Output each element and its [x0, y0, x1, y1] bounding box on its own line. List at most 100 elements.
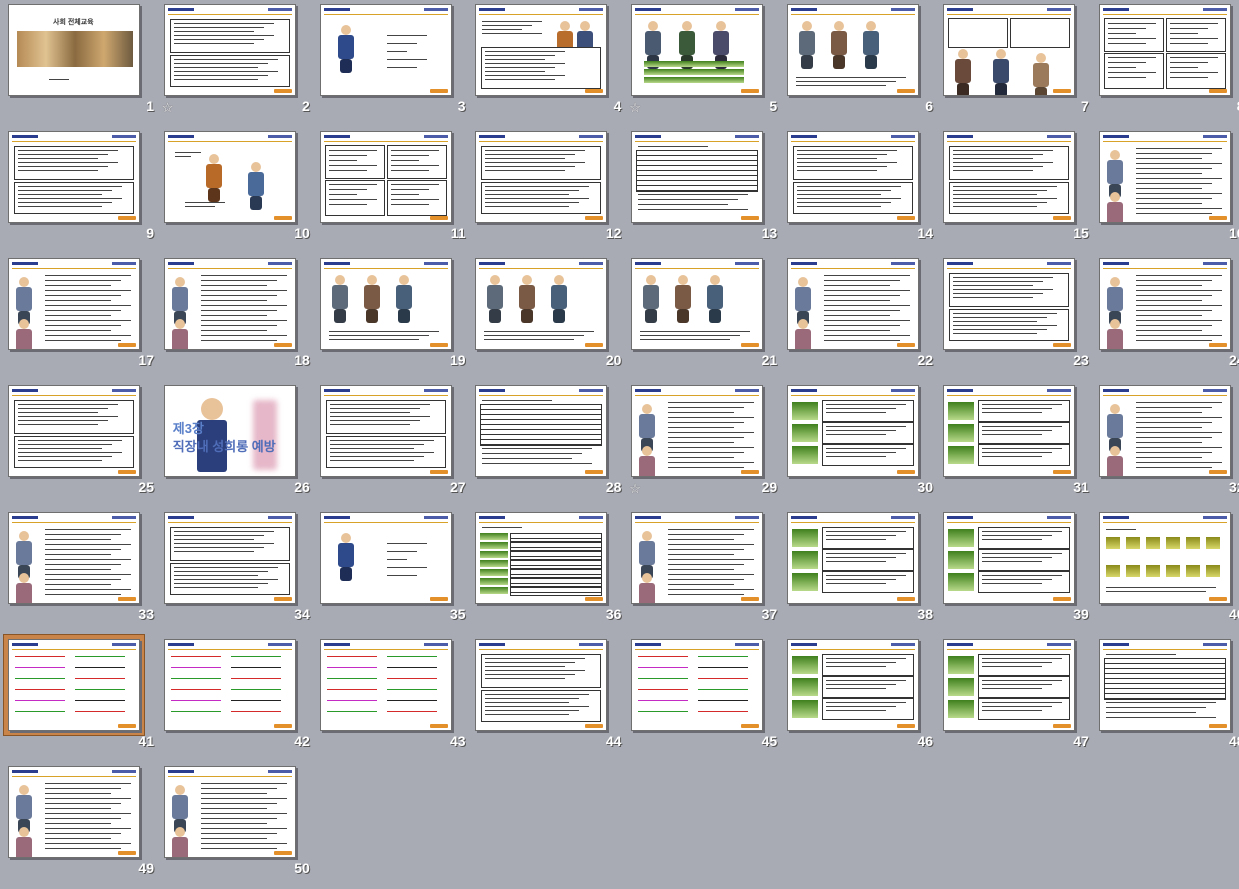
slide-thumbnail[interactable]	[942, 512, 1075, 604]
chapter-subtitle: 직장내 성희롱 예방	[172, 439, 276, 454]
slide-thumbnail[interactable]	[8, 766, 140, 858]
slide-thumbnail[interactable]	[631, 131, 764, 223]
slide-thumbnail[interactable]	[1098, 131, 1231, 223]
text-line	[668, 529, 755, 530]
slide-thumbnail[interactable]	[163, 639, 296, 731]
slide-thumbnail[interactable]	[163, 4, 296, 96]
slide-thumbnail[interactable]	[163, 131, 296, 223]
text-line	[981, 430, 1052, 431]
character-figure	[200, 398, 223, 420]
slide-header	[12, 516, 136, 521]
slide-thumbnail[interactable]: 사회 전체교육	[8, 4, 140, 96]
text-line	[1107, 72, 1156, 73]
slide-thumbnail[interactable]	[942, 639, 1075, 731]
text-line	[485, 67, 556, 68]
slide-thumbnail[interactable]	[787, 131, 919, 223]
slide-thumbnail[interactable]: 제3장 직장내 성희롱 예방	[163, 385, 296, 477]
slide-header	[635, 643, 760, 648]
slide-thumbnail[interactable]	[942, 385, 1075, 477]
text-line	[668, 594, 745, 595]
person-figure-body	[363, 285, 380, 309]
slide-thumbnail[interactable]	[475, 131, 608, 223]
header-rule	[12, 141, 136, 142]
header-tag	[946, 516, 973, 519]
slide-thumbnail[interactable]	[163, 512, 296, 604]
text-line	[484, 339, 575, 340]
text-line	[200, 320, 287, 321]
slide-thumbnail[interactable]	[787, 639, 919, 731]
text-line	[638, 204, 729, 205]
slide-thumbnail[interactable]	[787, 385, 919, 477]
slide-thumbnail[interactable]	[1098, 258, 1231, 350]
slide-thumbnail[interactable]	[8, 639, 140, 731]
slide-thumbnail[interactable]	[8, 512, 140, 604]
slide-thumbnail[interactable]	[631, 258, 764, 350]
text-line	[173, 27, 264, 28]
text-line	[1135, 280, 1212, 281]
green-label	[792, 656, 818, 674]
text-line	[668, 554, 735, 555]
slide-thumbnail[interactable]	[1098, 385, 1231, 477]
header-right	[891, 135, 915, 138]
text-line	[1105, 587, 1216, 588]
slide-thumbnail[interactable]	[631, 4, 764, 96]
slide-thumbnail[interactable]	[942, 131, 1075, 223]
slide-thumbnail[interactable]	[475, 385, 608, 477]
text-line	[386, 551, 417, 552]
slide-thumbnail[interactable]	[163, 766, 296, 858]
slide-thumbnail[interactable]	[631, 639, 764, 731]
slide-thumbnail[interactable]	[631, 512, 764, 604]
slide-thumbnail[interactable]	[163, 258, 296, 350]
text-line	[386, 59, 427, 60]
slide-thumbnail[interactable]	[319, 639, 452, 731]
text-line	[826, 583, 886, 584]
slide-thumbnail[interactable]	[8, 385, 140, 477]
slide-thumbnail[interactable]	[319, 258, 452, 350]
text-line	[230, 711, 281, 712]
slide-thumbnail[interactable]	[787, 4, 919, 96]
slide-number: 11	[450, 225, 466, 241]
slide-thumbnail[interactable]	[475, 258, 608, 350]
person-figure-legs	[994, 83, 1007, 95]
slide-thumbnail[interactable]	[1098, 639, 1231, 731]
text-line	[826, 434, 886, 435]
text-line	[981, 680, 1062, 681]
text-line	[200, 335, 287, 336]
slide-thumbnail[interactable]	[8, 131, 140, 223]
slide-number: 50	[294, 860, 310, 876]
slide-thumbnail[interactable]	[8, 258, 140, 350]
text-line	[45, 574, 131, 575]
slide-thumbnail[interactable]	[319, 131, 452, 223]
slide-thumbnail[interactable]	[319, 385, 452, 477]
header-tag	[1102, 135, 1129, 138]
slide-thumbnail[interactable]	[475, 4, 608, 96]
slide-thumbnail[interactable]	[942, 258, 1075, 350]
slide-number: 43	[450, 733, 466, 749]
person-figure	[340, 533, 351, 543]
slide-thumbnail[interactable]	[631, 385, 764, 477]
slide-thumbnail[interactable]	[475, 512, 608, 604]
text-line	[826, 702, 906, 703]
slide-number: 7	[1081, 98, 1089, 114]
slide-thumbnail[interactable]	[787, 258, 919, 350]
text-line	[1135, 290, 1222, 291]
text-line	[826, 531, 906, 532]
text-line	[45, 848, 121, 849]
slide-thumbnail[interactable]	[475, 639, 608, 731]
text-line	[173, 531, 274, 532]
text-line	[329, 412, 410, 413]
slide-thumbnail[interactable]	[942, 4, 1075, 96]
slide-number: 27	[450, 479, 466, 495]
person-figure-body	[1106, 202, 1123, 222]
text-line	[1135, 178, 1222, 179]
slide-thumbnail[interactable]	[319, 512, 452, 604]
header-tag	[479, 135, 506, 138]
text-line	[200, 808, 267, 809]
slide-thumbnail[interactable]	[1098, 512, 1231, 604]
slide-thumbnail[interactable]	[1098, 4, 1231, 96]
person-figure	[174, 319, 185, 329]
slide-thumbnail[interactable]	[787, 512, 919, 604]
person-figure	[19, 531, 29, 541]
slide-thumbnail[interactable]	[319, 4, 452, 96]
text-line	[952, 206, 1037, 207]
